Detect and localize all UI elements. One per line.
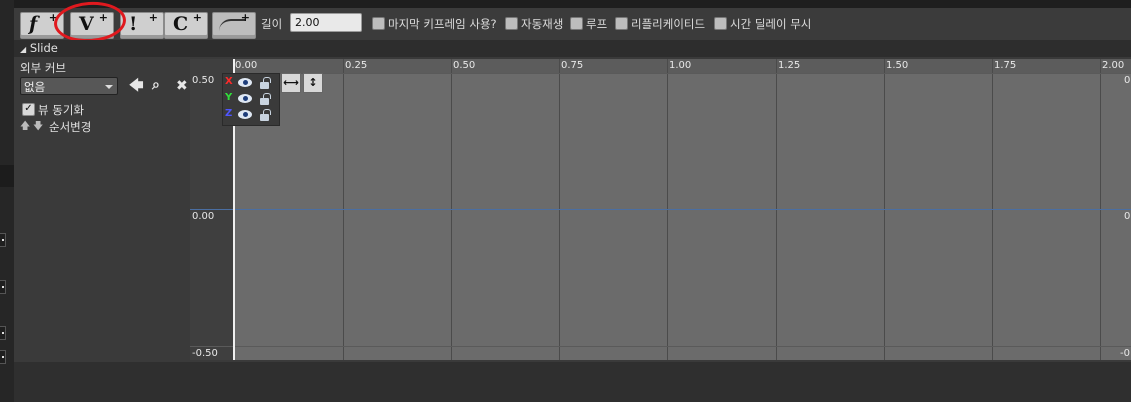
- use-last-keyframe-label: 마지막 키프레임 사용?: [388, 17, 497, 31]
- channel-x-label: X: [225, 76, 233, 87]
- plus-icon: +: [192, 11, 202, 24]
- move-down-icon[interactable]: 🡇: [33, 119, 43, 136]
- float-track-icon: f: [29, 13, 38, 35]
- use-selected-arrow-icon[interactable]: 🡄: [129, 79, 143, 93]
- time-tick-label: 1.75: [994, 60, 1017, 71]
- add-external-curve-button[interactable]: +: [212, 11, 256, 39]
- length-label: 길이: [261, 17, 283, 31]
- right-value-label-zero: 0: [1124, 211, 1131, 222]
- loop-checkbox[interactable]: [570, 17, 583, 30]
- dock-handle[interactable]: [0, 350, 6, 364]
- time-tick-label: 0.75: [561, 60, 584, 71]
- value-label-bottom: -0.50: [192, 348, 218, 359]
- title-strip: [14, 0, 1131, 8]
- fit-vertical-button[interactable]: ↕: [303, 73, 323, 93]
- eye-icon[interactable]: [238, 110, 252, 119]
- dropdown-value: 없음: [24, 80, 46, 94]
- time-tick-label: 1.50: [886, 60, 909, 71]
- lock-icon[interactable]: [260, 77, 271, 89]
- track-name: Slide: [29, 41, 58, 55]
- add-event-track-button[interactable]: ! +: [120, 11, 164, 39]
- editor-footer: [14, 362, 1131, 402]
- plus-icon: +: [240, 11, 250, 24]
- fit-horizontal-button[interactable]: ⟷: [281, 73, 301, 93]
- upper-bound-line: [233, 73, 1131, 74]
- add-color-track-button[interactable]: C +: [164, 11, 208, 39]
- external-curve-dropdown[interactable]: 없음: [20, 77, 118, 95]
- reorder-label: 순서변경: [49, 120, 92, 134]
- chevron-down-icon: [105, 85, 113, 89]
- time-tick-label: 1.25: [778, 60, 801, 71]
- time-tick-label: 0.50: [453, 60, 476, 71]
- loop-label: 루프: [586, 17, 608, 31]
- track-title: ◢ Slide: [20, 41, 58, 55]
- channel-visibility-panel: X Y Z: [222, 73, 280, 126]
- value-label-top: 0.50: [192, 75, 215, 86]
- time-tick-label: 2.00: [1102, 60, 1125, 71]
- value-label-zero: 0.00: [192, 211, 215, 222]
- plus-icon: +: [148, 11, 158, 24]
- color-track-icon: C: [173, 13, 189, 35]
- external-curve-label: 외부 커브: [20, 61, 66, 75]
- zero-value-line: [190, 209, 1131, 210]
- autoplay-label: 자동재생: [521, 17, 564, 31]
- sync-view-label: 뷰 동기화: [38, 103, 84, 117]
- dock-handle[interactable]: [0, 326, 6, 340]
- replicated-checkbox[interactable]: [615, 17, 628, 30]
- right-value-label-bottom: -0: [1120, 348, 1130, 359]
- move-up-icon[interactable]: 🡅: [20, 119, 30, 136]
- search-icon[interactable]: ⌕: [152, 78, 160, 92]
- ignore-time-dilation-checkbox[interactable]: [714, 17, 727, 30]
- time-tick-label: 0.25: [345, 60, 368, 71]
- event-track-icon: !: [129, 13, 138, 35]
- dock-handle[interactable]: [0, 233, 6, 247]
- eye-icon[interactable]: [238, 94, 252, 103]
- sync-view-checkbox[interactable]: ✓: [22, 103, 35, 116]
- lock-icon[interactable]: [260, 93, 271, 105]
- replicated-label: 리플리케이티드: [631, 17, 706, 31]
- use-last-keyframe-checkbox[interactable]: [372, 17, 385, 30]
- channel-y-label: Y: [225, 92, 233, 103]
- collapse-arrow-icon[interactable]: ◢: [20, 45, 26, 54]
- lock-icon[interactable]: [260, 109, 271, 121]
- ignore-time-dilation-label: 시간 딜레이 무시: [730, 17, 812, 31]
- timeline-toolbar: f + V + ! + C + + 길이 2.00 마지막 키프레임 사용? 자…: [14, 8, 1131, 41]
- length-input[interactable]: 2.00: [290, 13, 362, 32]
- right-value-label-top: 0: [1124, 75, 1131, 86]
- clear-icon[interactable]: ✖: [176, 79, 188, 93]
- time-tick-label: 1.00: [669, 60, 692, 71]
- lower-bound-line: [190, 346, 1131, 347]
- time-tick-label: 0.00: [235, 60, 258, 71]
- channel-z-label: Z: [225, 108, 233, 119]
- track-properties-panel: 외부 커브 없음 🡄 ⌕ ✖ ✓ 뷰 동기화 🡅 🡇 순서변경: [14, 57, 190, 402]
- autoplay-checkbox[interactable]: [505, 17, 518, 30]
- track-header[interactable]: ◢ Slide: [14, 40, 1131, 57]
- eye-icon[interactable]: [238, 78, 252, 87]
- left-dock-strip: [0, 0, 15, 402]
- dock-handle[interactable]: [0, 280, 6, 294]
- dock-tab[interactable]: [0, 165, 14, 187]
- curve-graph-area[interactable]: [233, 73, 1131, 360]
